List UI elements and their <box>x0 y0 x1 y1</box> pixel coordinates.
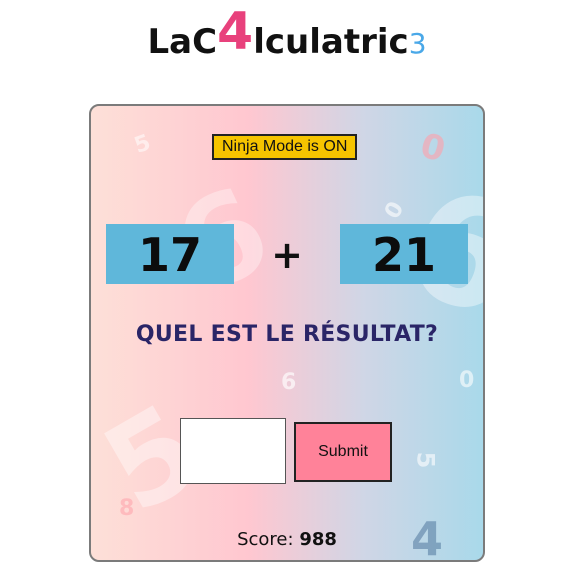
title-part-2: lculatric <box>253 22 409 62</box>
question-text: QUEL EST LE RÉSULTAT? <box>135 322 439 347</box>
score-label: Score: <box>237 529 294 550</box>
answer-input[interactable] <box>180 418 286 484</box>
bg-digit: 0 <box>459 368 475 393</box>
score-display: Score: 988 <box>91 529 483 550</box>
ninja-mode-badge: Ninja Mode is ON <box>212 134 358 160</box>
operand-2: 21 <box>340 224 468 284</box>
operand-1: 17 <box>106 224 234 284</box>
score-value: 988 <box>299 529 337 550</box>
title-small-digit: 3 <box>408 27 427 60</box>
bg-digit: 0 <box>380 197 410 224</box>
title-big-digit: 4 <box>217 2 254 62</box>
bg-digit: 6 <box>281 370 297 395</box>
operator: + <box>271 233 303 277</box>
title-part-1: LaC <box>147 22 218 62</box>
game-card: 5 0 6 0 6 0 6 8 5 4 5 Ninja Mode is ON 1… <box>89 104 485 562</box>
bg-digit: 5 <box>411 451 440 469</box>
bg-digit: 5 <box>131 130 155 159</box>
submit-button[interactable]: Submit <box>294 422 392 482</box>
app-title: LaC4lculatric3 <box>0 2 574 66</box>
